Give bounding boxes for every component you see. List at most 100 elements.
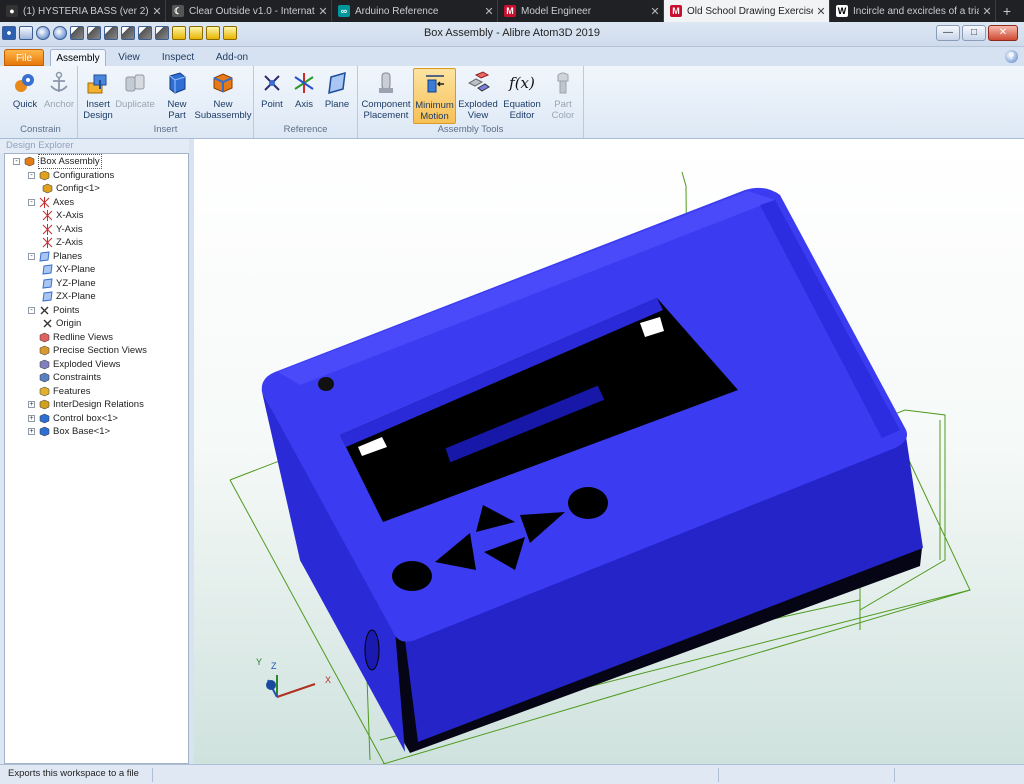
- status-divider: [718, 768, 719, 782]
- collapse-icon[interactable]: -: [28, 306, 35, 314]
- tree-node-label: Planes: [53, 250, 83, 262]
- component-placement-button[interactable]: Component Placement: [360, 68, 412, 121]
- tree-node-label: ZX-Plane: [56, 291, 96, 302]
- help-icon[interactable]: ?: [1005, 50, 1018, 63]
- anchor-button[interactable]: Anchor: [42, 68, 76, 110]
- close-button[interactable]: ✕: [988, 25, 1018, 41]
- music-icon: ●: [6, 5, 18, 17]
- insert-design-button[interactable]: Insert Design: [80, 68, 116, 121]
- close-tab-icon[interactable]: ✕: [813, 5, 829, 18]
- 3d-viewport[interactable]: Y Z X: [194, 139, 1024, 764]
- tree-node[interactable]: - Points: [28, 304, 79, 317]
- tree-node[interactable]: Origin: [42, 317, 81, 330]
- ribbon-group-label: Assembly Tools: [437, 124, 504, 135]
- design-explorer-tree: - Box Assembly - Configurations Config<1> - Ax…: [4, 153, 189, 764]
- close-tab-icon[interactable]: ✕: [315, 5, 331, 18]
- equation-editor-label-2: Editor: [509, 110, 535, 121]
- duplicate-button[interactable]: Duplicate: [114, 68, 156, 110]
- tree-node[interactable]: - Configurations: [28, 169, 114, 182]
- collapse-icon[interactable]: -: [28, 198, 35, 206]
- insert-design-label-2: Design: [83, 110, 113, 121]
- collapse-icon[interactable]: -: [13, 158, 20, 165]
- tab-assembly[interactable]: Assembly: [50, 49, 106, 66]
- browser-tab[interactable]: W Incircle and excircles of a triang✕: [830, 0, 996, 22]
- tree-node[interactable]: Redline Views: [28, 331, 113, 344]
- expand-icon[interactable]: +: [28, 414, 35, 422]
- button-hole-right: [568, 487, 608, 519]
- browser-tab[interactable]: ∞ Arduino Reference ✕: [332, 0, 498, 22]
- close-tab-icon[interactable]: ✕: [481, 5, 497, 18]
- collapse-icon[interactable]: -: [28, 171, 35, 179]
- exploded-view-button[interactable]: Exploded View: [457, 68, 499, 121]
- plane-icon: [42, 291, 53, 302]
- tree-node[interactable]: Features: [28, 385, 91, 398]
- new-part-button[interactable]: New Part: [160, 68, 194, 121]
- tree-node[interactable]: - Box Assembly: [13, 154, 102, 169]
- browser-tab-title: Model Engineer: [521, 5, 592, 17]
- tree-node[interactable]: Z-Axis: [42, 236, 83, 249]
- browser-tab[interactable]: M Old School Drawing Exercises a✕: [664, 0, 830, 22]
- assembly-icon: [24, 156, 35, 167]
- config-icon: [42, 183, 53, 194]
- part-color-icon: [550, 70, 576, 96]
- tab-file[interactable]: File: [4, 49, 44, 66]
- tree-node[interactable]: ZX-Plane: [42, 290, 96, 303]
- browser-tab[interactable]: M Model Engineer ✕: [498, 0, 664, 22]
- new-tab-icon[interactable]: +: [996, 0, 1018, 22]
- close-tab-icon[interactable]: ✕: [149, 5, 165, 18]
- tree-node[interactable]: + Control box<1>: [28, 412, 118, 425]
- maximize-button[interactable]: □: [962, 25, 986, 41]
- tree-node-label: XY-Plane: [56, 264, 96, 275]
- point-button[interactable]: Point: [256, 68, 288, 110]
- tree-node[interactable]: X-Axis: [42, 209, 83, 222]
- tree-node[interactable]: Precise Section Views: [28, 344, 147, 357]
- axis-button[interactable]: Axis: [288, 68, 320, 110]
- tree-node[interactable]: YZ-Plane: [42, 277, 96, 290]
- browser-tab[interactable]: ☾ Clear Outside v1.0 - Internationa✕: [166, 0, 332, 22]
- exploded-icon: [39, 359, 50, 370]
- tab-add-on[interactable]: Add-on: [208, 49, 256, 66]
- tree-node[interactable]: - Planes: [28, 250, 82, 263]
- plane-icon: [324, 70, 350, 96]
- side-port-hole: [364, 629, 380, 671]
- minimum-motion-label-2: Motion: [420, 111, 449, 122]
- axis-label: Axis: [295, 99, 313, 110]
- new-subassembly-button[interactable]: New Subassembly: [194, 68, 252, 121]
- tab-inspect[interactable]: Inspect: [154, 49, 202, 66]
- quick-button[interactable]: Quick: [8, 68, 42, 110]
- ribbon: Quick Anchor Constrain Insert Design Dup…: [0, 66, 1024, 139]
- tree-node[interactable]: - Axes: [28, 196, 74, 209]
- tree-node[interactable]: Exploded Views: [28, 358, 120, 371]
- insert-design-label-1: Insert: [86, 99, 110, 110]
- new-subassembly-label-1: New: [213, 99, 233, 110]
- collapse-icon[interactable]: -: [28, 252, 35, 260]
- minimum-motion-label-1: Minimum: [415, 100, 454, 111]
- expand-icon[interactable]: +: [28, 401, 35, 408]
- minimum-motion-button[interactable]: Minimum Motion: [413, 68, 456, 124]
- moon-icon: ☾: [172, 5, 184, 17]
- tree-node[interactable]: + Box Base<1>: [28, 425, 110, 438]
- ribbon-group-reference: Point Axis Plane Reference: [254, 66, 358, 138]
- tree-node[interactable]: Config<1>: [42, 182, 100, 195]
- browser-tab[interactable]: ● (1) HYSTERIA BASS (ver 2) by Muse✕: [0, 0, 166, 22]
- equation-editor-button[interactable]: f(x) Equation Editor: [500, 68, 544, 121]
- exploded-view-label-1: Exploded: [458, 99, 498, 110]
- tree-node[interactable]: + InterDesign Relations: [28, 398, 144, 411]
- part-color-button[interactable]: Part Color: [546, 68, 580, 121]
- ribbon-group-label: Constrain: [20, 124, 61, 135]
- tree-node[interactable]: Constraints: [28, 371, 101, 384]
- app-title-bar: Box Assembly - Alibre Atom3D 2019 — □ ✕: [0, 22, 1024, 47]
- tree-node[interactable]: XY-Plane: [42, 263, 95, 276]
- minimize-button[interactable]: —: [936, 25, 960, 41]
- tree-node-label: YZ-Plane: [56, 277, 96, 289]
- ribbon-group-label: Reference: [283, 124, 328, 135]
- close-tab-icon[interactable]: ✕: [979, 5, 995, 18]
- plane-button[interactable]: Plane: [320, 68, 354, 110]
- tree-node[interactable]: Y-Axis: [42, 223, 83, 236]
- close-tab-icon[interactable]: ✕: [647, 5, 663, 18]
- tab-view[interactable]: View: [110, 49, 148, 66]
- triad-label-x: X: [325, 675, 332, 685]
- tree-node-label: Box Assembly: [38, 154, 102, 169]
- expand-icon[interactable]: +: [28, 428, 35, 435]
- tree-node-label: InterDesign Relations: [53, 399, 144, 410]
